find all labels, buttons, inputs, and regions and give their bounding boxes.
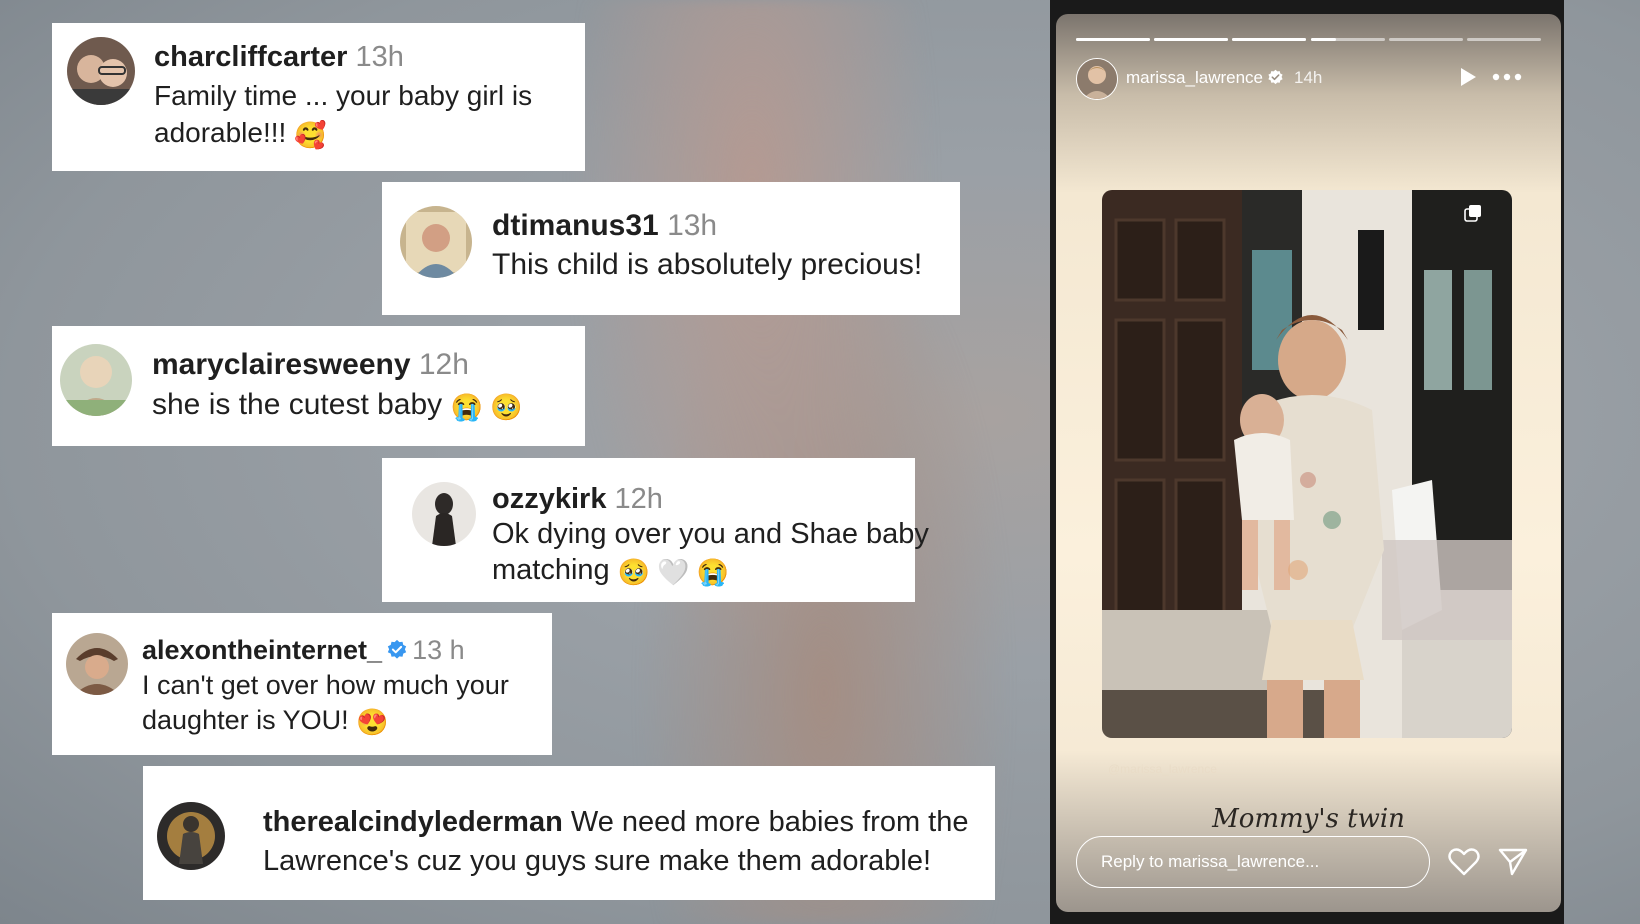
avatar[interactable] (67, 37, 135, 105)
smiling-face-with-hearts-icon: 🥰 (294, 120, 327, 150)
timestamp: 13 h (412, 635, 465, 665)
more-options-icon[interactable] (1492, 72, 1522, 82)
send-icon[interactable] (1498, 848, 1528, 876)
story-timestamp: 14h (1294, 68, 1323, 87)
story-avatar[interactable] (1076, 58, 1118, 100)
comment-text: therealcindylederman We need more babies… (263, 806, 969, 838)
reply-placeholder: Reply to marissa_lawrence... (1101, 852, 1320, 871)
avatar[interactable] (66, 633, 128, 695)
timestamp: 12h (614, 483, 663, 515)
timestamp: 12h (418, 348, 469, 381)
crying-face-icon: 😭 🥹 (450, 392, 523, 422)
heart-icon[interactable] (1448, 848, 1480, 876)
username[interactable]: ozzykirk (492, 483, 606, 515)
progress-segment (1232, 38, 1307, 41)
progress-segment (1154, 38, 1229, 41)
avatar[interactable] (400, 206, 472, 278)
avatar[interactable] (157, 802, 225, 870)
comment-text: Family time ... your baby girl is (154, 80, 533, 111)
heart-eyes-icon: 😍 (356, 707, 389, 737)
timestamp: 13h (355, 41, 404, 73)
progress-fill (1310, 38, 1337, 41)
progress-fill (1076, 38, 1151, 41)
username[interactable]: dtimanus31 (492, 209, 659, 242)
comment-text-line2: Lawrence's cuz you guys sure make them a… (263, 845, 932, 877)
comment-card: charcliffcarter 13h Family time ... your… (52, 23, 585, 171)
comment-card: alexontheinternet_ 13 h I can't get over … (52, 613, 552, 755)
comment-card: therealcindylederman We need more babies… (143, 766, 995, 900)
story-photo (1102, 190, 1512, 738)
story-caption: Mommy's twin (1212, 804, 1405, 834)
comment-header: maryclairesweeny 12h (152, 348, 469, 382)
watermark: @marissa_lawrence (1108, 762, 1217, 776)
comment-header: dtimanus31 13h (492, 209, 717, 243)
comment-text: she is the cutest baby 😭 🥹 (152, 388, 523, 422)
avatar[interactable] (60, 344, 132, 416)
comment-text: This child is absolutely precious! (492, 248, 923, 281)
verified-badge-icon (387, 639, 407, 659)
story-username[interactable]: marissa_lawrence (1126, 68, 1263, 87)
comment-text-line2: daughter is YOU! 😍 (142, 705, 389, 737)
progress-segment (1466, 38, 1541, 41)
username[interactable]: charcliffcarter (154, 41, 347, 73)
username[interactable]: maryclairesweeny (152, 348, 411, 381)
progress-segment (1310, 38, 1385, 41)
emoji-group-icon: 🥹 🤍 😭 (617, 557, 730, 587)
comment-card: maryclairesweeny 12h she is the cutest b… (52, 326, 585, 446)
multi-photo-icon (1464, 205, 1481, 222)
comment-text-line2: adorable!!! 🥰 (154, 117, 327, 150)
progress-fill (1154, 38, 1229, 41)
username[interactable]: alexontheinternet_ (142, 635, 382, 665)
timestamp: 13h (667, 209, 718, 242)
comment-text: I can't get over how much your (142, 670, 509, 700)
comment-text-line2: matching 🥹 🤍 😭 (492, 554, 730, 587)
comment-card: ozzykirk 12h Ok dying over you and Shae … (382, 458, 929, 602)
story-header: marissa_lawrence 14h (1126, 68, 1322, 88)
comment-card: dtimanus31 13h This child is absolutely … (382, 182, 960, 315)
comment-text: Ok dying over you and Shae baby (492, 518, 929, 550)
comment-header: alexontheinternet_ 13 h (142, 635, 465, 666)
avatar[interactable] (412, 482, 476, 546)
comment-header: ozzykirk 12h (492, 483, 663, 516)
progress-segment (1076, 38, 1151, 41)
reply-input[interactable]: Reply to marissa_lawrence... (1076, 836, 1430, 888)
story-viewer: marissa_lawrence 14h @marissa_lawrence M… (1056, 14, 1561, 912)
progress-segment (1388, 38, 1463, 41)
comment-header: charcliffcarter 13h (154, 41, 404, 74)
progress-fill (1232, 38, 1307, 41)
username[interactable]: therealcindylederman (263, 806, 563, 838)
verified-badge-icon (1268, 69, 1283, 85)
play-icon[interactable] (1458, 66, 1478, 88)
